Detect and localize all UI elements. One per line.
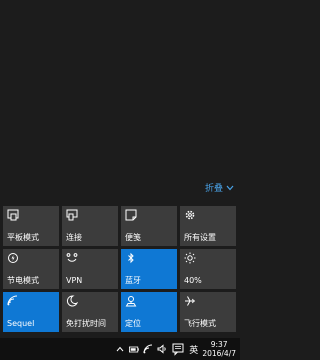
clock[interactable]: 9:37 2016/4/7	[202, 340, 236, 358]
tile-label: 免打扰时间	[66, 319, 106, 328]
vpn-icon	[66, 252, 78, 264]
battery-icon[interactable]	[129, 344, 140, 354]
moon-icon	[66, 295, 78, 307]
tile-connect[interactable]: 连接	[62, 206, 118, 246]
location-icon	[125, 295, 137, 307]
volume-icon[interactable]	[157, 344, 167, 354]
note-icon	[125, 209, 137, 221]
action-center-panel: 折叠 平板模式 连接 便笺 所有设置 节电模式 VPN 蓝牙 40% Seque…	[0, 0, 240, 338]
tile-wifi[interactable]: Sequel	[3, 292, 59, 332]
tile-label: 飞行模式	[184, 319, 216, 328]
tile-label: 节电模式	[7, 276, 39, 285]
tile-quiet-hours[interactable]: 免打扰时间	[62, 292, 118, 332]
brightness-icon	[184, 252, 196, 264]
action-center-icon[interactable]	[171, 342, 185, 356]
battery-saver-icon	[7, 252, 19, 264]
tile-tablet-mode[interactable]: 平板模式	[3, 206, 59, 246]
connect-icon	[66, 209, 78, 221]
airplane-icon	[184, 295, 196, 307]
collapse-label: 折叠	[204, 184, 223, 194]
tile-label: 40%	[184, 276, 202, 285]
tablet-mode-icon	[7, 209, 19, 221]
tile-location[interactable]: 定位	[121, 292, 177, 332]
tile-battery-saver[interactable]: 节电模式	[3, 249, 59, 289]
wifi-icon	[7, 295, 19, 307]
tile-airplane-mode[interactable]: 飞行模式	[180, 292, 236, 332]
chevron-up-icon[interactable]	[115, 344, 125, 354]
tile-label: 平板模式	[7, 233, 39, 242]
quick-actions-grid: 平板模式 连接 便笺 所有设置 节电模式 VPN 蓝牙 40% Sequel 免…	[3, 206, 237, 332]
collapse-button[interactable]: 折叠	[205, 181, 234, 194]
clock-date: 2016/4/7	[202, 349, 236, 358]
tile-vpn[interactable]: VPN	[62, 249, 118, 289]
tile-bluetooth[interactable]: 蓝牙	[121, 249, 177, 289]
tile-label: Sequel	[7, 319, 35, 328]
tile-note[interactable]: 便笺	[121, 206, 177, 246]
tile-label: 所有设置	[184, 233, 216, 242]
bluetooth-icon	[125, 252, 137, 264]
ime-indicator[interactable]: 英	[189, 343, 198, 356]
tile-label: 蓝牙	[125, 276, 141, 285]
tile-all-settings[interactable]: 所有设置	[180, 206, 236, 246]
tile-label: VPN	[66, 276, 83, 285]
tile-label: 便笺	[125, 233, 141, 242]
wifi-icon[interactable]	[143, 344, 153, 354]
tile-label: 连接	[66, 233, 82, 242]
gear-icon	[184, 209, 196, 221]
taskbar: 英 9:37 2016/4/7	[0, 338, 240, 360]
tile-brightness[interactable]: 40%	[180, 249, 236, 289]
chevron-down-icon	[226, 185, 234, 191]
clock-time: 9:37	[210, 340, 228, 349]
tile-label: 定位	[125, 319, 141, 328]
